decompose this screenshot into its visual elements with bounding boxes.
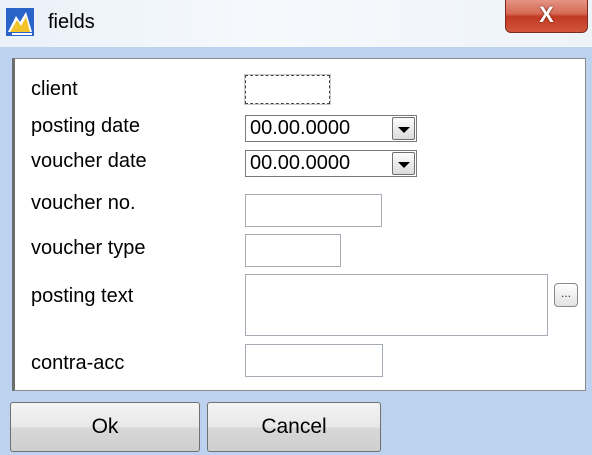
voucher-date-value: 00.00.0000 [250,152,351,174]
fields-panel: client posting date 00.00.0000 voucher d… [12,58,586,391]
voucher-date-dropdown-button[interactable] [392,152,415,175]
voucher-type-input[interactable] [245,234,341,267]
contra-acc-input[interactable] [245,344,383,377]
close-button[interactable]: X [505,0,588,33]
voucher-no-label: voucher no. [31,192,136,214]
posting-date-dropdown-button[interactable] [392,117,415,140]
window-title: fields [48,11,95,33]
close-icon: X [539,2,554,27]
posting-date-field[interactable]: 00.00.0000 [245,115,417,142]
posting-date-value: 00.00.0000 [250,117,351,139]
posting-text-area[interactable] [245,274,548,336]
ok-button[interactable]: Ok [10,402,200,452]
voucher-no-input[interactable] [245,194,382,227]
title-bar: fields X [0,0,592,47]
client-input[interactable] [244,74,331,105]
chevron-down-icon [398,162,410,168]
voucher-type-label: voucher type [31,237,146,259]
contra-acc-label: contra-acc [31,352,125,374]
posting-date-label: posting date [31,115,140,137]
cancel-button[interactable]: Cancel [207,402,381,452]
voucher-date-label: voucher date [31,150,147,172]
client-label: client [31,78,78,100]
window-body: client posting date 00.00.0000 voucher d… [0,47,592,455]
chevron-down-icon [398,127,410,133]
app-icon [6,8,34,36]
voucher-date-field[interactable]: 00.00.0000 [245,150,417,177]
posting-text-browse-button[interactable]: ... [554,283,578,307]
posting-text-label: posting text [31,285,134,307]
